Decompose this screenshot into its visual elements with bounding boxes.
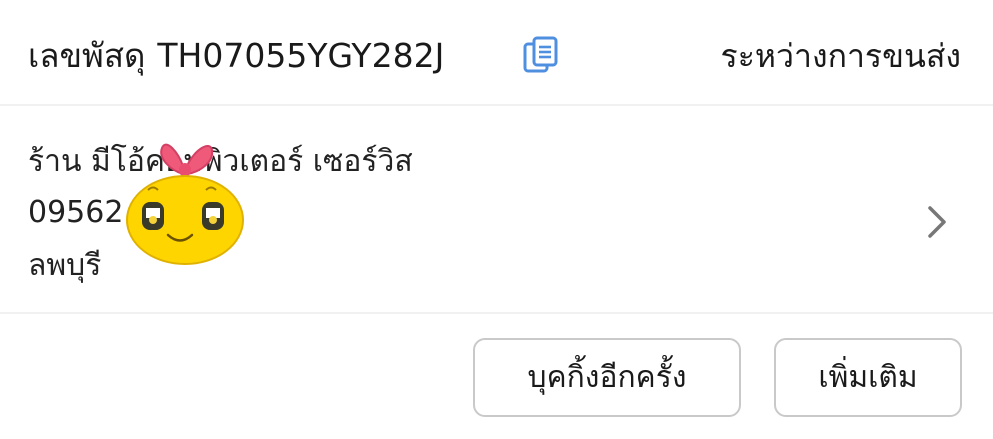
tracking-number: TH07055YGY282J (157, 36, 445, 75)
rebook-button[interactable]: บุคกิ้งอีกครั้ง (473, 338, 741, 417)
shop-province: ลพบุรี (28, 248, 102, 283)
shop-phone: 09562 (28, 195, 124, 230)
copy-icon[interactable] (522, 36, 560, 74)
tracking-label: เลขพัสดุ (28, 36, 146, 75)
more-button[interactable]: เพิ่มเติม (774, 338, 962, 417)
parcel-header: เลขพัสดุ TH07055YGY282J ระหว่างการขนส่ง (0, 0, 993, 106)
emoji-sticker-icon (126, 143, 244, 265)
shipping-status: ระหว่างการขนส่ง (720, 37, 961, 75)
chevron-right-icon (928, 206, 946, 238)
tracking-number-row: เลขพัสดุ TH07055YGY282J (28, 34, 444, 78)
